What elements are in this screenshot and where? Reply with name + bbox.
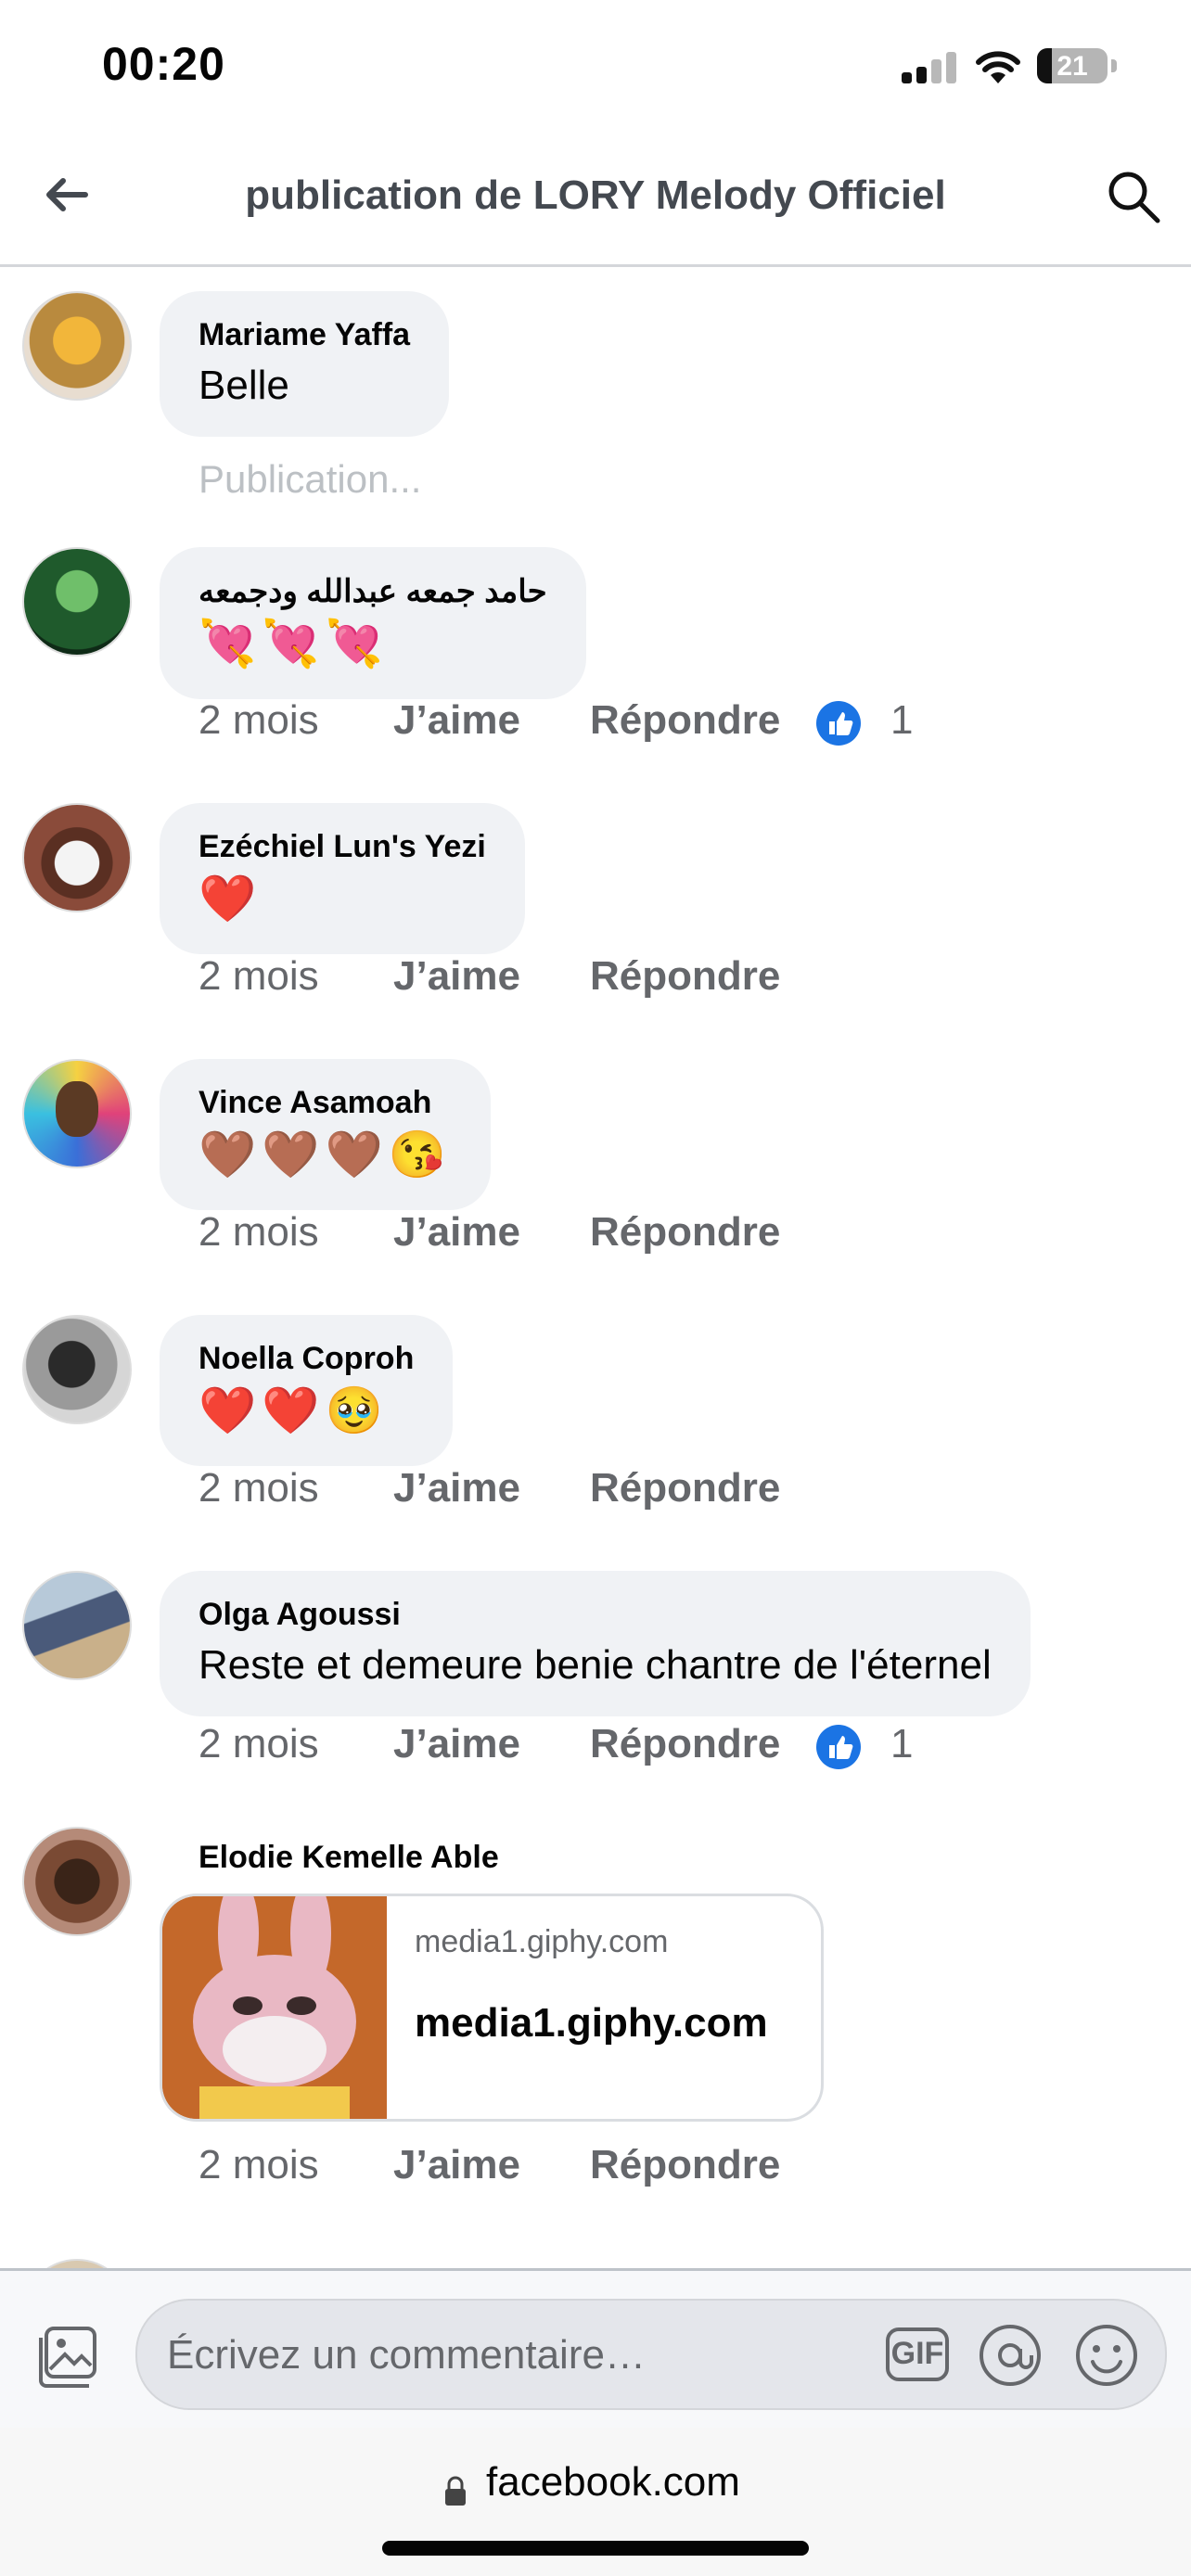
comment-emoji-text: 🤎🤎🤎😘 <box>198 1129 453 1180</box>
comment-bubble[interactable]: Ezéchiel Lun's Yezi ❤️ <box>160 803 525 954</box>
like-button[interactable]: J’aime <box>393 697 520 744</box>
avatar[interactable] <box>22 1315 132 1424</box>
comment-bubble[interactable]: Noella Coproh ❤️❤️🥹 <box>160 1315 454 1466</box>
battery-cap <box>1111 59 1117 72</box>
avatar[interactable] <box>22 1059 132 1168</box>
comment-actions: 2 mois J’aime Répondre <box>198 2142 780 2188</box>
mention-icon[interactable] <box>978 2323 1043 2388</box>
photo-icon[interactable] <box>33 2323 100 2390</box>
comment-author[interactable]: Vince Asamoah <box>198 1085 452 1121</box>
page-title: publication de LORY Melody Officiel <box>245 172 946 218</box>
comment-emoji-text: 💘💘💘 <box>198 618 389 670</box>
reply-button[interactable]: Répondre <box>590 953 780 1000</box>
comment-emoji-text: ❤️ <box>198 873 263 925</box>
address-url[interactable]: facebook.com <box>486 2459 740 2506</box>
like-reaction-icon <box>816 1725 861 1769</box>
comment-bubble[interactable]: Olga Agoussi Reste et demeure benie chan… <box>160 1571 1031 1716</box>
reply-button[interactable]: Répondre <box>590 1465 780 1511</box>
avatar[interactable] <box>22 547 132 657</box>
comment-author[interactable]: Ezéchiel Lun's Yezi <box>198 829 486 865</box>
link-domain: media1.giphy.com <box>415 1924 669 1959</box>
status-bar: 00:20 21 <box>0 0 1191 130</box>
comment-age: 2 mois <box>198 1721 319 1766</box>
status-time: 00:20 <box>102 38 225 90</box>
search-icon[interactable] <box>1104 167 1163 226</box>
comment-author[interactable]: حامد جمعه عبدالله ودجمعه <box>198 573 547 610</box>
comment-input[interactable] <box>165 2327 874 2384</box>
cellular-signal-icon <box>902 52 959 83</box>
comment-age: 2 mois <box>198 1209 319 1255</box>
comment-author[interactable]: Olga Agoussi <box>198 1597 992 1633</box>
emoji-icon[interactable] <box>1074 2323 1139 2388</box>
comment-bubble[interactable]: حامد جمعه عبدالله ودجمعه 💘💘💘 <box>160 547 586 699</box>
comment-actions: 2 mois J’aime Répondre <box>198 1209 780 1256</box>
comment-age: 2 mois <box>198 953 319 999</box>
link-title[interactable]: media1.giphy.com <box>415 2000 768 2047</box>
avatar[interactable] <box>22 1827 132 1936</box>
comment-list[interactable]: Mariame Yaffa Belle Publication... حامد … <box>0 267 1191 2270</box>
gif-label: GIF <box>890 2336 944 2371</box>
like-button[interactable]: J’aime <box>393 953 520 1000</box>
publishing-status: Publication... <box>198 457 422 501</box>
comment-age: 2 mois <box>198 2142 319 2187</box>
avatar[interactable] <box>22 291 132 401</box>
back-arrow-icon[interactable] <box>39 167 95 223</box>
like-button[interactable]: J’aime <box>393 1721 520 1767</box>
like-button[interactable]: J’aime <box>393 1465 520 1511</box>
comment-author[interactable]: Noella Coproh <box>198 1341 414 1377</box>
wifi-icon <box>976 51 1020 83</box>
like-count: 1 <box>890 697 914 743</box>
comment-text: Reste et demeure benie chantre de l'éter… <box>198 1642 992 1688</box>
like-reaction-icon <box>816 701 861 746</box>
link-thumbnail <box>162 1896 387 2119</box>
post-header: publication de LORY Melody Officiel <box>0 130 1191 267</box>
comment-age: 2 mois <box>198 697 319 743</box>
comment-age: 2 mois <box>198 1465 319 1511</box>
battery-icon: 21 <box>1037 48 1108 83</box>
like-count: 1 <box>890 1721 914 1766</box>
home-indicator[interactable] <box>382 2541 809 2556</box>
comment-actions: 2 mois J’aime Répondre 1 <box>198 697 913 746</box>
lock-icon <box>445 2476 466 2506</box>
comment-text: Belle <box>198 363 289 408</box>
comment-actions: 2 mois J’aime Répondre <box>198 953 780 1000</box>
comment-emoji-text: ❤️❤️🥹 <box>198 1384 389 1436</box>
browser-address-bar: facebook.com <box>0 2428 1191 2576</box>
comment-actions: 2 mois J’aime Répondre <box>198 1465 780 1511</box>
reply-button[interactable]: Répondre <box>590 1209 780 1256</box>
link-preview-card[interactable]: media1.giphy.com media1.giphy.com <box>160 1894 824 2122</box>
comment-composer: GIF <box>0 2268 1191 2430</box>
comment-bubble[interactable]: Vince Asamoah 🤎🤎🤎😘 <box>160 1059 492 1210</box>
comment-author[interactable]: Mariame Yaffa <box>198 317 410 353</box>
comment-bubble[interactable]: Mariame Yaffa Belle <box>160 291 450 437</box>
reply-button[interactable]: Répondre <box>590 1721 780 1767</box>
like-button[interactable]: J’aime <box>393 1209 520 1256</box>
battery-level: 21 <box>1057 51 1088 82</box>
comment-actions: 2 mois J’aime Répondre 1 <box>198 1721 913 1769</box>
avatar[interactable] <box>22 803 132 912</box>
comment-author[interactable]: Elodie Kemelle Able <box>198 1840 499 1876</box>
reply-button[interactable]: Répondre <box>590 2142 780 2188</box>
like-button[interactable]: J’aime <box>393 2142 520 2188</box>
avatar[interactable] <box>22 1571 132 1680</box>
comment-input-container[interactable]: GIF <box>135 2299 1167 2410</box>
gif-button[interactable]: GIF <box>885 2327 950 2382</box>
reply-button[interactable]: Répondre <box>590 697 780 744</box>
